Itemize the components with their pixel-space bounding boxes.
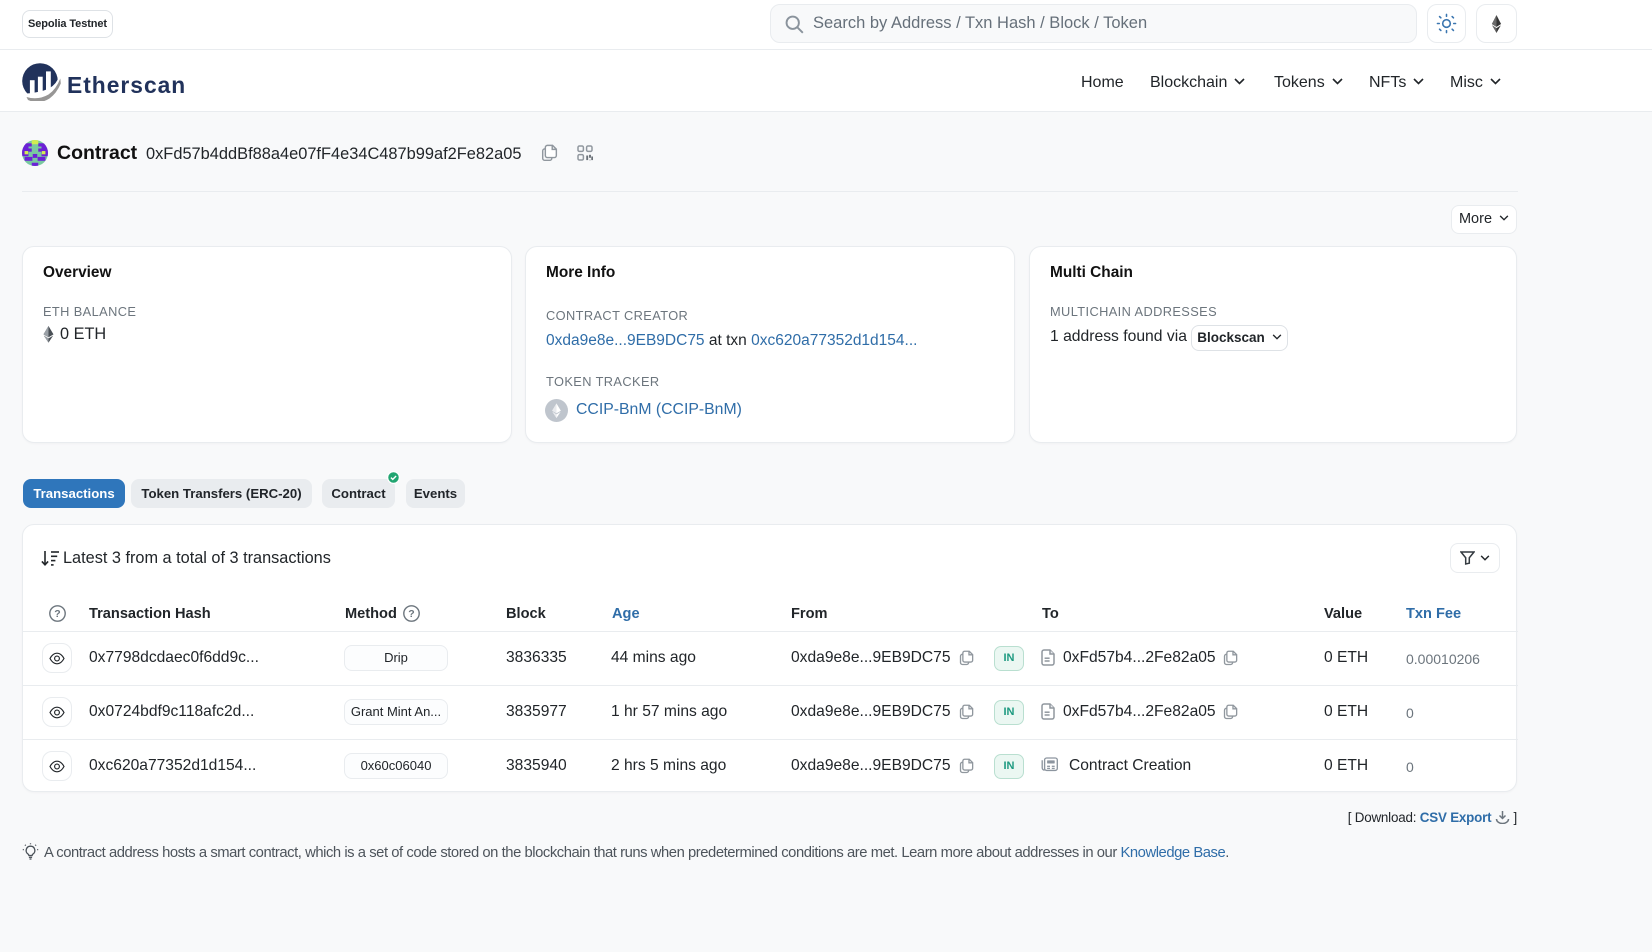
svg-text:?: ?: [54, 608, 60, 620]
svg-text:?: ?: [408, 608, 414, 620]
